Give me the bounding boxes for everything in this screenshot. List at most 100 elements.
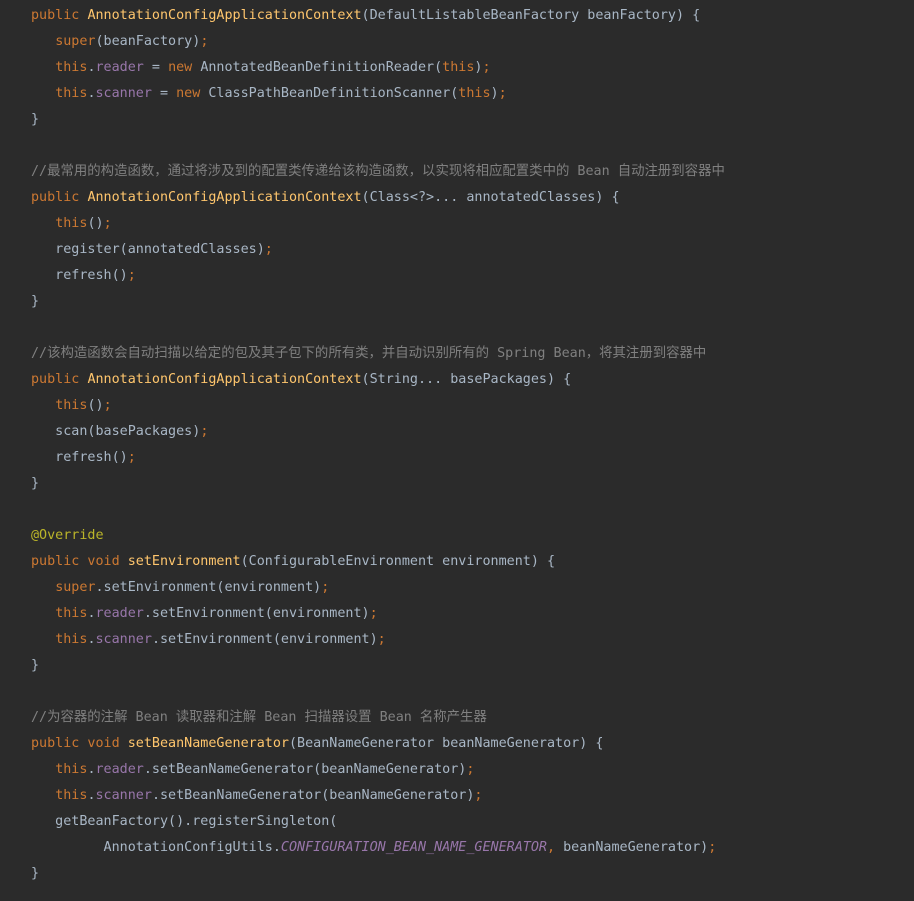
code-token: . [87,762,96,777]
code-token: . [87,788,96,803]
code-line: this.reader.setEnvironment(environment); [0,601,914,627]
code-token: this [55,788,88,803]
code-line: this(); [0,393,914,419]
code-line: //最常用的构造函数，通过将涉及到的配置类传递给该构造函数，以实现将相应配置类中… [0,159,914,185]
code-token: getBeanFactory().registerSingleton( [31,814,338,829]
code-token: scanner [95,86,152,101]
code-token: (DefaultListableBeanFactory beanFactory)… [361,8,701,23]
code-token: ; [264,242,273,257]
code-token: ; [474,788,483,803]
code-token: this [55,60,88,75]
code-token: //该构造函数会自动扫描以给定的包及其子包下的所有类，并自动识别所有的 Spri… [31,346,707,361]
code-token: register(annotatedClasses) [31,242,265,257]
code-token: .setEnvironment(environment) [95,580,322,595]
code-token: //为容器的注解 Bean 读取器和注解 Bean 扫描器设置 Bean 名称产… [31,710,487,725]
code-line: } [0,653,914,679]
code-token: super [55,34,96,49]
code-token: //最常用的构造函数，通过将涉及到的配置类传递给该构造函数，以实现将相应配置类中… [31,164,725,179]
code-line: public void setEnvironment(ConfigurableE… [0,549,914,575]
code-token: refresh() [31,450,128,465]
code-line: this(); [0,211,914,237]
code-token: (beanFactory) [95,34,201,49]
code-line: scan(basePackages); [0,419,914,445]
code-line: @Override [0,523,914,549]
code-token: this [442,60,475,75]
code-line: public void setBeanNameGenerator(BeanNam… [0,731,914,757]
code-token: new [176,86,209,101]
code-token: .setBeanNameGenerator(beanNameGenerator) [143,762,467,777]
code-editor[interactable]: public AnnotationConfigApplicationContex… [0,0,914,901]
code-token: = [151,86,177,101]
code-token: ClassPathBeanDefinitionScanner( [208,86,459,101]
code-token: ; [369,606,378,621]
code-line: public AnnotationConfigApplicationContex… [0,185,914,211]
code-token: refresh() [31,268,128,283]
code-token: reader [95,60,144,75]
code-token: () [87,216,104,231]
code-token: ) [490,86,499,101]
code-line: this.scanner.setBeanNameGenerator(beanNa… [0,783,914,809]
code-line: register(annotatedClasses); [0,237,914,263]
code-token: .setBeanNameGenerator(beanNameGenerator) [151,788,475,803]
code-token: } [31,866,40,881]
code-token: ; [482,60,491,75]
code-line: this.reader = new AnnotatedBeanDefinitio… [0,55,914,81]
code-line: } [0,471,914,497]
code-line: } [0,861,914,887]
code-line: this.scanner = new ClassPathBeanDefiniti… [0,81,914,107]
code-token: ; [377,632,386,647]
code-token: ; [127,268,136,283]
code-token: AnnotationConfigApplicationContext [87,190,362,205]
code-token: scanner [95,788,152,803]
code-line: //为容器的注解 Bean 读取器和注解 Bean 扫描器设置 Bean 名称产… [0,705,914,731]
code-token: public void [31,736,128,751]
code-line: //该构造函数会自动扫描以给定的包及其子包下的所有类，并自动识别所有的 Spri… [0,341,914,367]
code-token: () [87,398,104,413]
code-token: .setEnvironment(environment) [151,632,378,647]
code-token: public [31,372,88,387]
code-token: AnnotationConfigApplicationContext [87,372,362,387]
code-token: . [87,632,96,647]
code-token: ; [103,216,112,231]
code-token: = [143,60,169,75]
code-line: refresh(); [0,263,914,289]
code-line: } [0,289,914,315]
code-token: , [546,840,564,855]
code-line: getBeanFactory().registerSingleton( [0,809,914,835]
code-token: this [458,86,491,101]
code-token: new [168,60,201,75]
code-token: setEnvironment [127,554,241,569]
code-token: reader [95,606,144,621]
code-token: CONFIGURATION_BEAN_NAME_GENERATOR [280,840,547,855]
code-token: super [55,580,96,595]
code-token: (BeanNameGenerator beanNameGenerator) { [289,736,604,751]
code-token: ; [200,424,209,439]
code-token: this [55,86,88,101]
code-token: ; [200,34,209,49]
code-line: } [0,107,914,133]
code-line: super.setEnvironment(environment); [0,575,914,601]
code-token: .setEnvironment(environment) [143,606,370,621]
code-line: public AnnotationConfigApplicationContex… [0,367,914,393]
code-token: } [31,294,40,309]
code-token: AnnotationConfigUtils. [31,840,281,855]
code-token: public [31,190,88,205]
code-token: . [87,86,96,101]
code-token: . [87,60,96,75]
code-token: public [31,8,88,23]
code-token: AnnotationConfigApplicationContext [87,8,362,23]
code-token: } [31,658,40,673]
code-token: ; [103,398,112,413]
